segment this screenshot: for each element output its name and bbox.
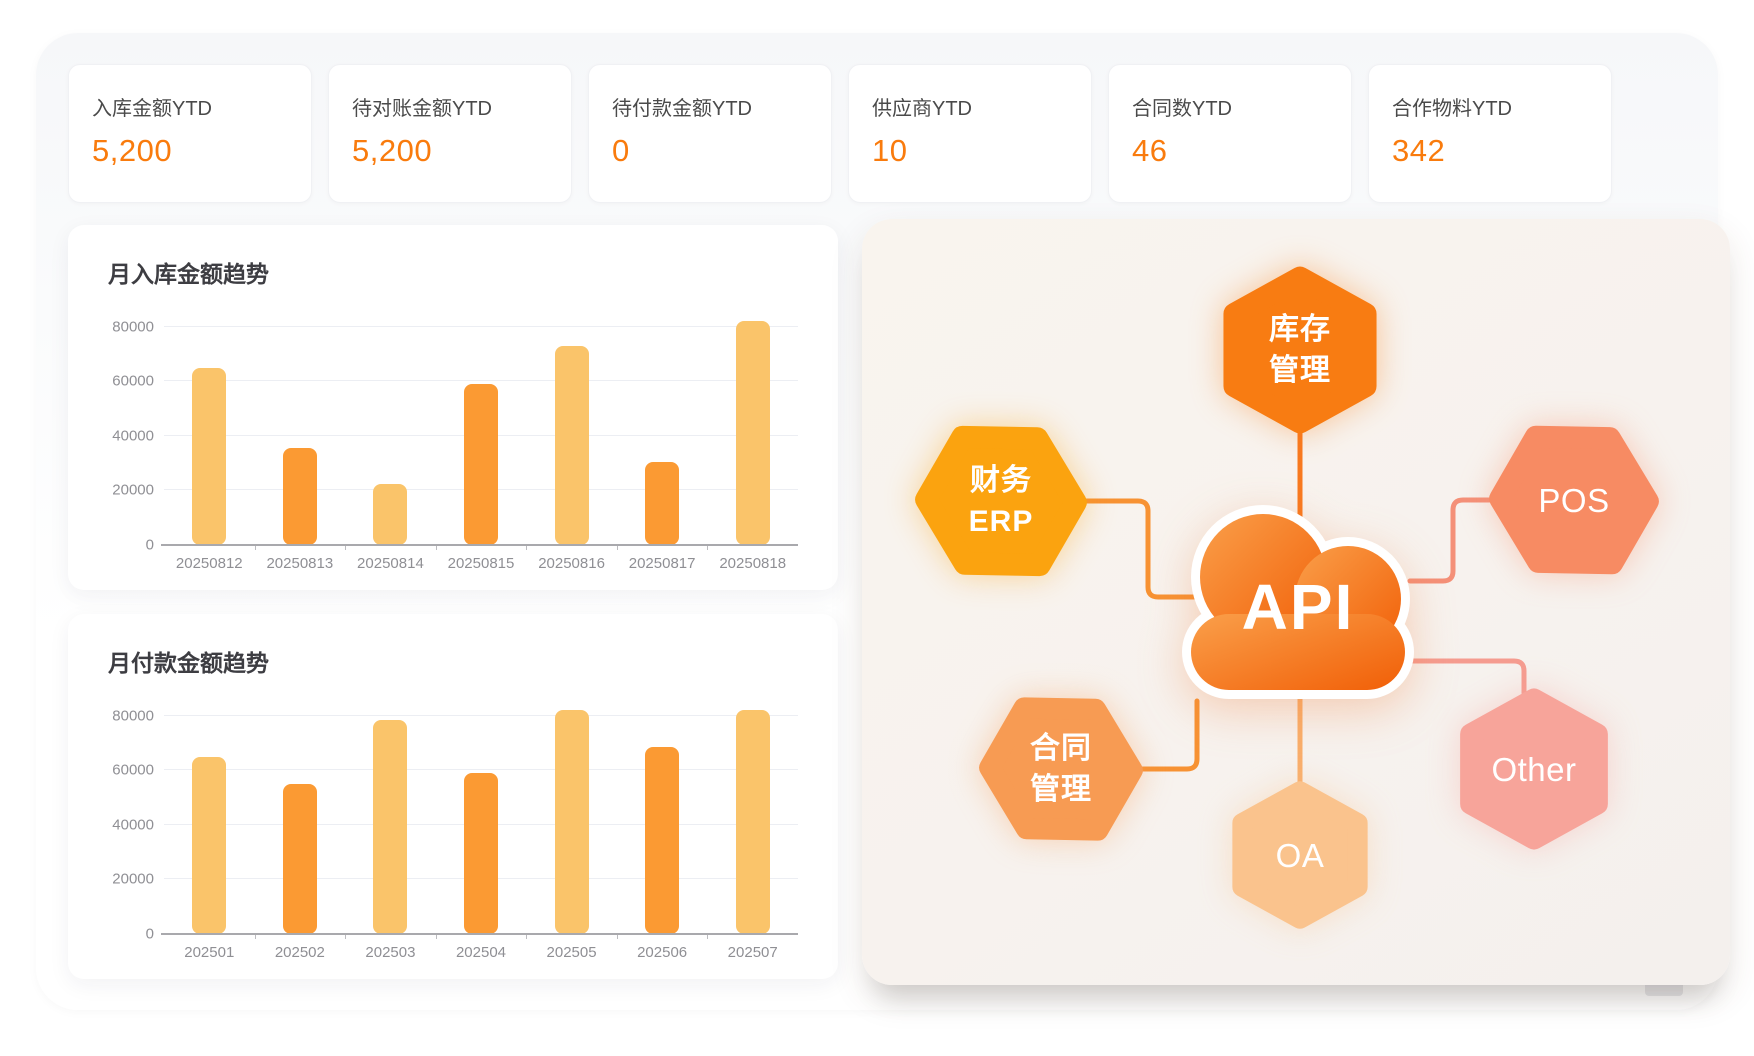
kpi-value: 342 xyxy=(1392,133,1611,169)
kpi-card: 入库金额YTD 5,200 xyxy=(68,64,312,203)
x-axis-tick-label: 20250814 xyxy=(345,555,436,572)
bar-202504[interactable] xyxy=(464,773,498,934)
y-axis-tick-label: 0 xyxy=(146,537,154,554)
bar-20250817[interactable] xyxy=(645,462,679,545)
x-axis-tick-label: 20250812 xyxy=(164,555,255,572)
kpi-value: 5,200 xyxy=(92,133,311,169)
bar-20250812[interactable] xyxy=(192,368,226,545)
y-axis-tick-label: 20000 xyxy=(112,482,154,499)
x-axis-tick-label: 202502 xyxy=(255,944,346,961)
kpi-card: 合同数YTD 46 xyxy=(1108,64,1352,203)
bar-20250818[interactable] xyxy=(736,321,770,545)
node-contract-management: 合同管理 xyxy=(979,687,1143,851)
bar-202507[interactable] xyxy=(736,710,770,934)
bar-20250816[interactable] xyxy=(555,346,589,545)
kpi-label: 待付款金额YTD xyxy=(612,92,831,121)
bar-202505[interactable] xyxy=(555,710,589,934)
x-axis-line xyxy=(161,544,798,546)
kpi-card: 供应商YTD 10 xyxy=(848,64,1092,203)
bar-202506[interactable] xyxy=(645,747,679,934)
x-axis-tick-label: 20250815 xyxy=(436,555,527,572)
kpi-row: 入库金额YTD 5,200 待对账金额YTD 5,200 待付款金额YTD 0 … xyxy=(68,64,1614,203)
x-axis-tick-label: 20250817 xyxy=(617,555,708,572)
inbound-trend-chart-card: 月入库金额趋势 02000040000600008000020250812202… xyxy=(68,225,838,590)
x-axis-tick-label: 202504 xyxy=(436,944,527,961)
node-oa: OA xyxy=(1224,779,1376,931)
bar-20250814[interactable] xyxy=(373,484,407,545)
kpi-value: 5,200 xyxy=(352,133,571,169)
x-axis-tick-label: 20250813 xyxy=(255,555,346,572)
x-axis-tick-label: 202506 xyxy=(617,944,708,961)
x-axis-tick-label: 202503 xyxy=(345,944,436,961)
y-axis-tick-label: 80000 xyxy=(112,707,154,724)
kpi-label: 供应商YTD xyxy=(872,92,1091,121)
node-pos: POS xyxy=(1489,415,1659,585)
kpi-value: 46 xyxy=(1132,133,1351,169)
node-label: 合同管理 xyxy=(1030,728,1092,810)
y-axis-tick-label: 40000 xyxy=(112,427,154,444)
y-axis-tick-label: 80000 xyxy=(112,318,154,335)
node-label: OA xyxy=(1276,835,1325,876)
y-axis-tick-label: 60000 xyxy=(112,762,154,779)
kpi-label: 合作物料YTD xyxy=(1392,92,1611,121)
kpi-card: 待对账金额YTD 5,200 xyxy=(328,64,572,203)
y-axis-tick-label: 0 xyxy=(146,926,154,943)
kpi-card: 合作物料YTD 342 xyxy=(1368,64,1612,203)
bar-20250813[interactable] xyxy=(283,448,317,545)
node-label: 库存管理 xyxy=(1269,309,1331,391)
kpi-card: 待付款金额YTD 0 xyxy=(588,64,832,203)
gridline xyxy=(164,326,798,327)
bar-202501[interactable] xyxy=(192,757,226,934)
chart-title: 月入库金额趋势 xyxy=(108,255,269,289)
chart-title: 月付款金额趋势 xyxy=(108,644,269,678)
kpi-label: 合同数YTD xyxy=(1132,92,1351,121)
x-axis-line xyxy=(161,933,798,935)
x-axis-tick-label: 20250816 xyxy=(526,555,617,572)
node-label: Other xyxy=(1491,749,1576,790)
gridline xyxy=(164,380,798,381)
node-finance-erp: 财务ERP xyxy=(915,415,1087,587)
y-axis-tick-label: 40000 xyxy=(112,816,154,833)
kpi-label: 入库金额YTD xyxy=(92,92,311,121)
kpi-value: 10 xyxy=(872,133,1091,169)
x-axis-tick-label: 202501 xyxy=(164,944,255,961)
kpi-label: 待对账金额YTD xyxy=(352,92,571,121)
node-label: 财务ERP xyxy=(969,460,1034,542)
x-axis-tick-label: 20250818 xyxy=(707,555,798,572)
gridline xyxy=(164,715,798,716)
api-label: API xyxy=(1168,570,1428,644)
payment-trend-chart-card: 月付款金额趋势 02000040000600008000020250120250… xyxy=(68,614,838,979)
x-axis-tick-label: 202505 xyxy=(526,944,617,961)
node-inventory-management: 库存管理 xyxy=(1214,264,1386,436)
gridline xyxy=(164,769,798,770)
bar-chart-plot: 0200004000060000800002025081220250813202… xyxy=(164,305,798,545)
node-label: POS xyxy=(1538,480,1609,521)
y-axis-tick-label: 20000 xyxy=(112,871,154,888)
api-cloud: API xyxy=(1168,477,1428,709)
bar-20250815[interactable] xyxy=(464,384,498,545)
bar-202502[interactable] xyxy=(283,784,317,934)
bar-chart-plot: 0200004000060000800002025012025022025032… xyxy=(164,694,798,934)
dashboard-page: 入库金额YTD 5,200 待对账金额YTD 5,200 待付款金额YTD 0 … xyxy=(0,0,1754,1056)
x-axis-tick-label: 202507 xyxy=(707,944,798,961)
kpi-value: 0 xyxy=(612,133,831,169)
y-axis-tick-label: 60000 xyxy=(112,373,154,390)
api-integration-panel: 库存管理 财务ERP POS 合同管理 OA Other xyxy=(862,219,1730,985)
node-other: Other xyxy=(1451,686,1617,852)
bar-202503[interactable] xyxy=(373,720,407,934)
